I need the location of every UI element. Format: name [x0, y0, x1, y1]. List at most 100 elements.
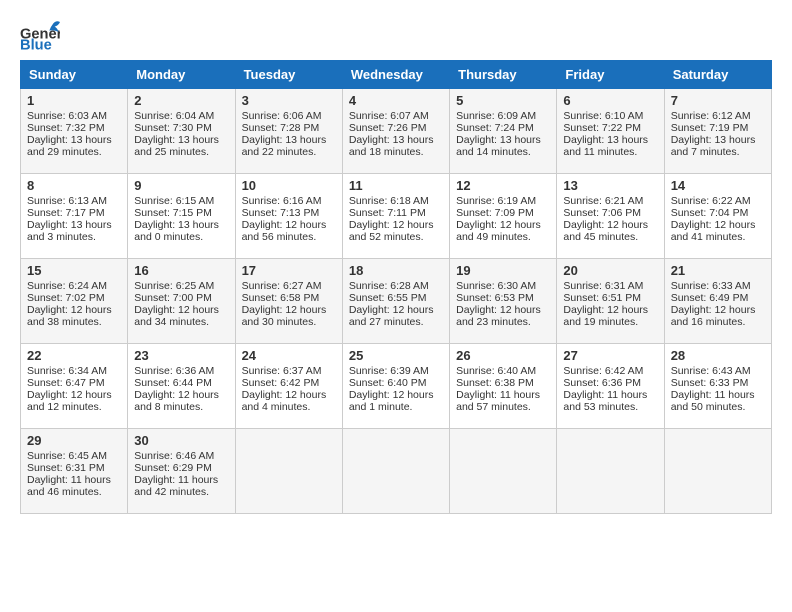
day-info-line: Sunrise: 6:03 AM	[27, 110, 121, 122]
calendar-cell: 19Sunrise: 6:30 AMSunset: 6:53 PMDayligh…	[450, 259, 557, 344]
day-header-wednesday: Wednesday	[342, 61, 449, 89]
day-number: 10	[242, 178, 336, 193]
day-info-line: Daylight: 11 hours	[27, 474, 121, 486]
day-info-line: Sunrise: 6:07 AM	[349, 110, 443, 122]
calendar-week-row: 1Sunrise: 6:03 AMSunset: 7:32 PMDaylight…	[21, 89, 772, 174]
day-info-line: Daylight: 11 hours	[671, 389, 765, 401]
day-number: 20	[563, 263, 657, 278]
calendar-cell: 23Sunrise: 6:36 AMSunset: 6:44 PMDayligh…	[128, 344, 235, 429]
calendar-cell: 10Sunrise: 6:16 AMSunset: 7:13 PMDayligh…	[235, 174, 342, 259]
day-number: 3	[242, 93, 336, 108]
day-info-line: Sunset: 6:49 PM	[671, 292, 765, 304]
day-info-line: and 8 minutes.	[134, 401, 228, 413]
day-info-line: and 56 minutes.	[242, 231, 336, 243]
day-info-line: Sunrise: 6:15 AM	[134, 195, 228, 207]
day-info-line: and 30 minutes.	[242, 316, 336, 328]
day-info-line: Sunset: 6:42 PM	[242, 377, 336, 389]
day-number: 28	[671, 348, 765, 363]
day-info-line: and 46 minutes.	[27, 486, 121, 498]
day-info-line: Sunrise: 6:09 AM	[456, 110, 550, 122]
day-number: 23	[134, 348, 228, 363]
calendar-week-row: 8Sunrise: 6:13 AMSunset: 7:17 PMDaylight…	[21, 174, 772, 259]
calendar-cell: 21Sunrise: 6:33 AMSunset: 6:49 PMDayligh…	[664, 259, 771, 344]
day-info-line: and 23 minutes.	[456, 316, 550, 328]
day-number: 8	[27, 178, 121, 193]
day-info-line: and 22 minutes.	[242, 146, 336, 158]
day-info-line: Daylight: 12 hours	[456, 304, 550, 316]
day-info-line: and 7 minutes.	[671, 146, 765, 158]
logo-icon: General Blue	[20, 20, 60, 50]
calendar-cell: 17Sunrise: 6:27 AMSunset: 6:58 PMDayligh…	[235, 259, 342, 344]
day-info-line: Sunset: 6:31 PM	[27, 462, 121, 474]
day-number: 30	[134, 433, 228, 448]
day-info-line: Daylight: 11 hours	[563, 389, 657, 401]
day-number: 15	[27, 263, 121, 278]
day-number: 7	[671, 93, 765, 108]
day-number: 26	[456, 348, 550, 363]
calendar-week-row: 29Sunrise: 6:45 AMSunset: 6:31 PMDayligh…	[21, 429, 772, 514]
day-info-line: and 53 minutes.	[563, 401, 657, 413]
calendar-cell: 12Sunrise: 6:19 AMSunset: 7:09 PMDayligh…	[450, 174, 557, 259]
day-number: 24	[242, 348, 336, 363]
day-info-line: Sunset: 7:30 PM	[134, 122, 228, 134]
day-number: 12	[456, 178, 550, 193]
calendar-header-row: SundayMondayTuesdayWednesdayThursdayFrid…	[21, 61, 772, 89]
day-info-line: and 12 minutes.	[27, 401, 121, 413]
day-info-line: Sunset: 6:55 PM	[349, 292, 443, 304]
day-info-line: Sunrise: 6:37 AM	[242, 365, 336, 377]
day-number: 4	[349, 93, 443, 108]
calendar-cell: 9Sunrise: 6:15 AMSunset: 7:15 PMDaylight…	[128, 174, 235, 259]
day-info-line: and 14 minutes.	[456, 146, 550, 158]
day-number: 16	[134, 263, 228, 278]
day-info-line: Sunrise: 6:22 AM	[671, 195, 765, 207]
day-info-line: Daylight: 12 hours	[671, 219, 765, 231]
day-info-line: Sunrise: 6:45 AM	[27, 450, 121, 462]
day-number: 17	[242, 263, 336, 278]
day-info-line: and 45 minutes.	[563, 231, 657, 243]
day-info-line: Daylight: 12 hours	[349, 389, 443, 401]
calendar-cell: 27Sunrise: 6:42 AMSunset: 6:36 PMDayligh…	[557, 344, 664, 429]
day-info-line: Sunrise: 6:21 AM	[563, 195, 657, 207]
calendar-cell: 4Sunrise: 6:07 AMSunset: 7:26 PMDaylight…	[342, 89, 449, 174]
logo: General Blue	[20, 20, 60, 50]
day-number: 14	[671, 178, 765, 193]
day-info-line: and 49 minutes.	[456, 231, 550, 243]
day-number: 9	[134, 178, 228, 193]
day-number: 5	[456, 93, 550, 108]
calendar-cell	[235, 429, 342, 514]
day-info-line: Daylight: 12 hours	[134, 304, 228, 316]
day-header-friday: Friday	[557, 61, 664, 89]
calendar-cell	[342, 429, 449, 514]
day-number: 2	[134, 93, 228, 108]
day-info-line: Sunrise: 6:40 AM	[456, 365, 550, 377]
day-info-line: and 4 minutes.	[242, 401, 336, 413]
day-info-line: and 38 minutes.	[27, 316, 121, 328]
day-info-line: Daylight: 13 hours	[563, 134, 657, 146]
day-info-line: Sunset: 6:29 PM	[134, 462, 228, 474]
day-info-line: and 27 minutes.	[349, 316, 443, 328]
day-info-line: Daylight: 13 hours	[134, 219, 228, 231]
day-info-line: Sunset: 6:40 PM	[349, 377, 443, 389]
day-info-line: Daylight: 13 hours	[671, 134, 765, 146]
day-info-line: Sunrise: 6:30 AM	[456, 280, 550, 292]
day-info-line: Daylight: 11 hours	[456, 389, 550, 401]
day-number: 21	[671, 263, 765, 278]
day-info-line: Sunset: 6:58 PM	[242, 292, 336, 304]
day-info-line: Daylight: 12 hours	[563, 219, 657, 231]
day-number: 13	[563, 178, 657, 193]
day-info-line: Sunrise: 6:12 AM	[671, 110, 765, 122]
day-info-line: Sunset: 6:38 PM	[456, 377, 550, 389]
day-info-line: Sunrise: 6:43 AM	[671, 365, 765, 377]
day-info-line: Daylight: 12 hours	[242, 389, 336, 401]
day-info-line: Daylight: 13 hours	[242, 134, 336, 146]
day-info-line: Sunset: 7:09 PM	[456, 207, 550, 219]
day-info-line: Sunrise: 6:33 AM	[671, 280, 765, 292]
calendar-cell: 7Sunrise: 6:12 AMSunset: 7:19 PMDaylight…	[664, 89, 771, 174]
day-info-line: Daylight: 12 hours	[134, 389, 228, 401]
calendar-cell: 30Sunrise: 6:46 AMSunset: 6:29 PMDayligh…	[128, 429, 235, 514]
calendar-cell: 8Sunrise: 6:13 AMSunset: 7:17 PMDaylight…	[21, 174, 128, 259]
day-info-line: Daylight: 12 hours	[242, 304, 336, 316]
svg-text:Blue: Blue	[20, 37, 52, 50]
day-info-line: Sunset: 6:53 PM	[456, 292, 550, 304]
day-header-saturday: Saturday	[664, 61, 771, 89]
